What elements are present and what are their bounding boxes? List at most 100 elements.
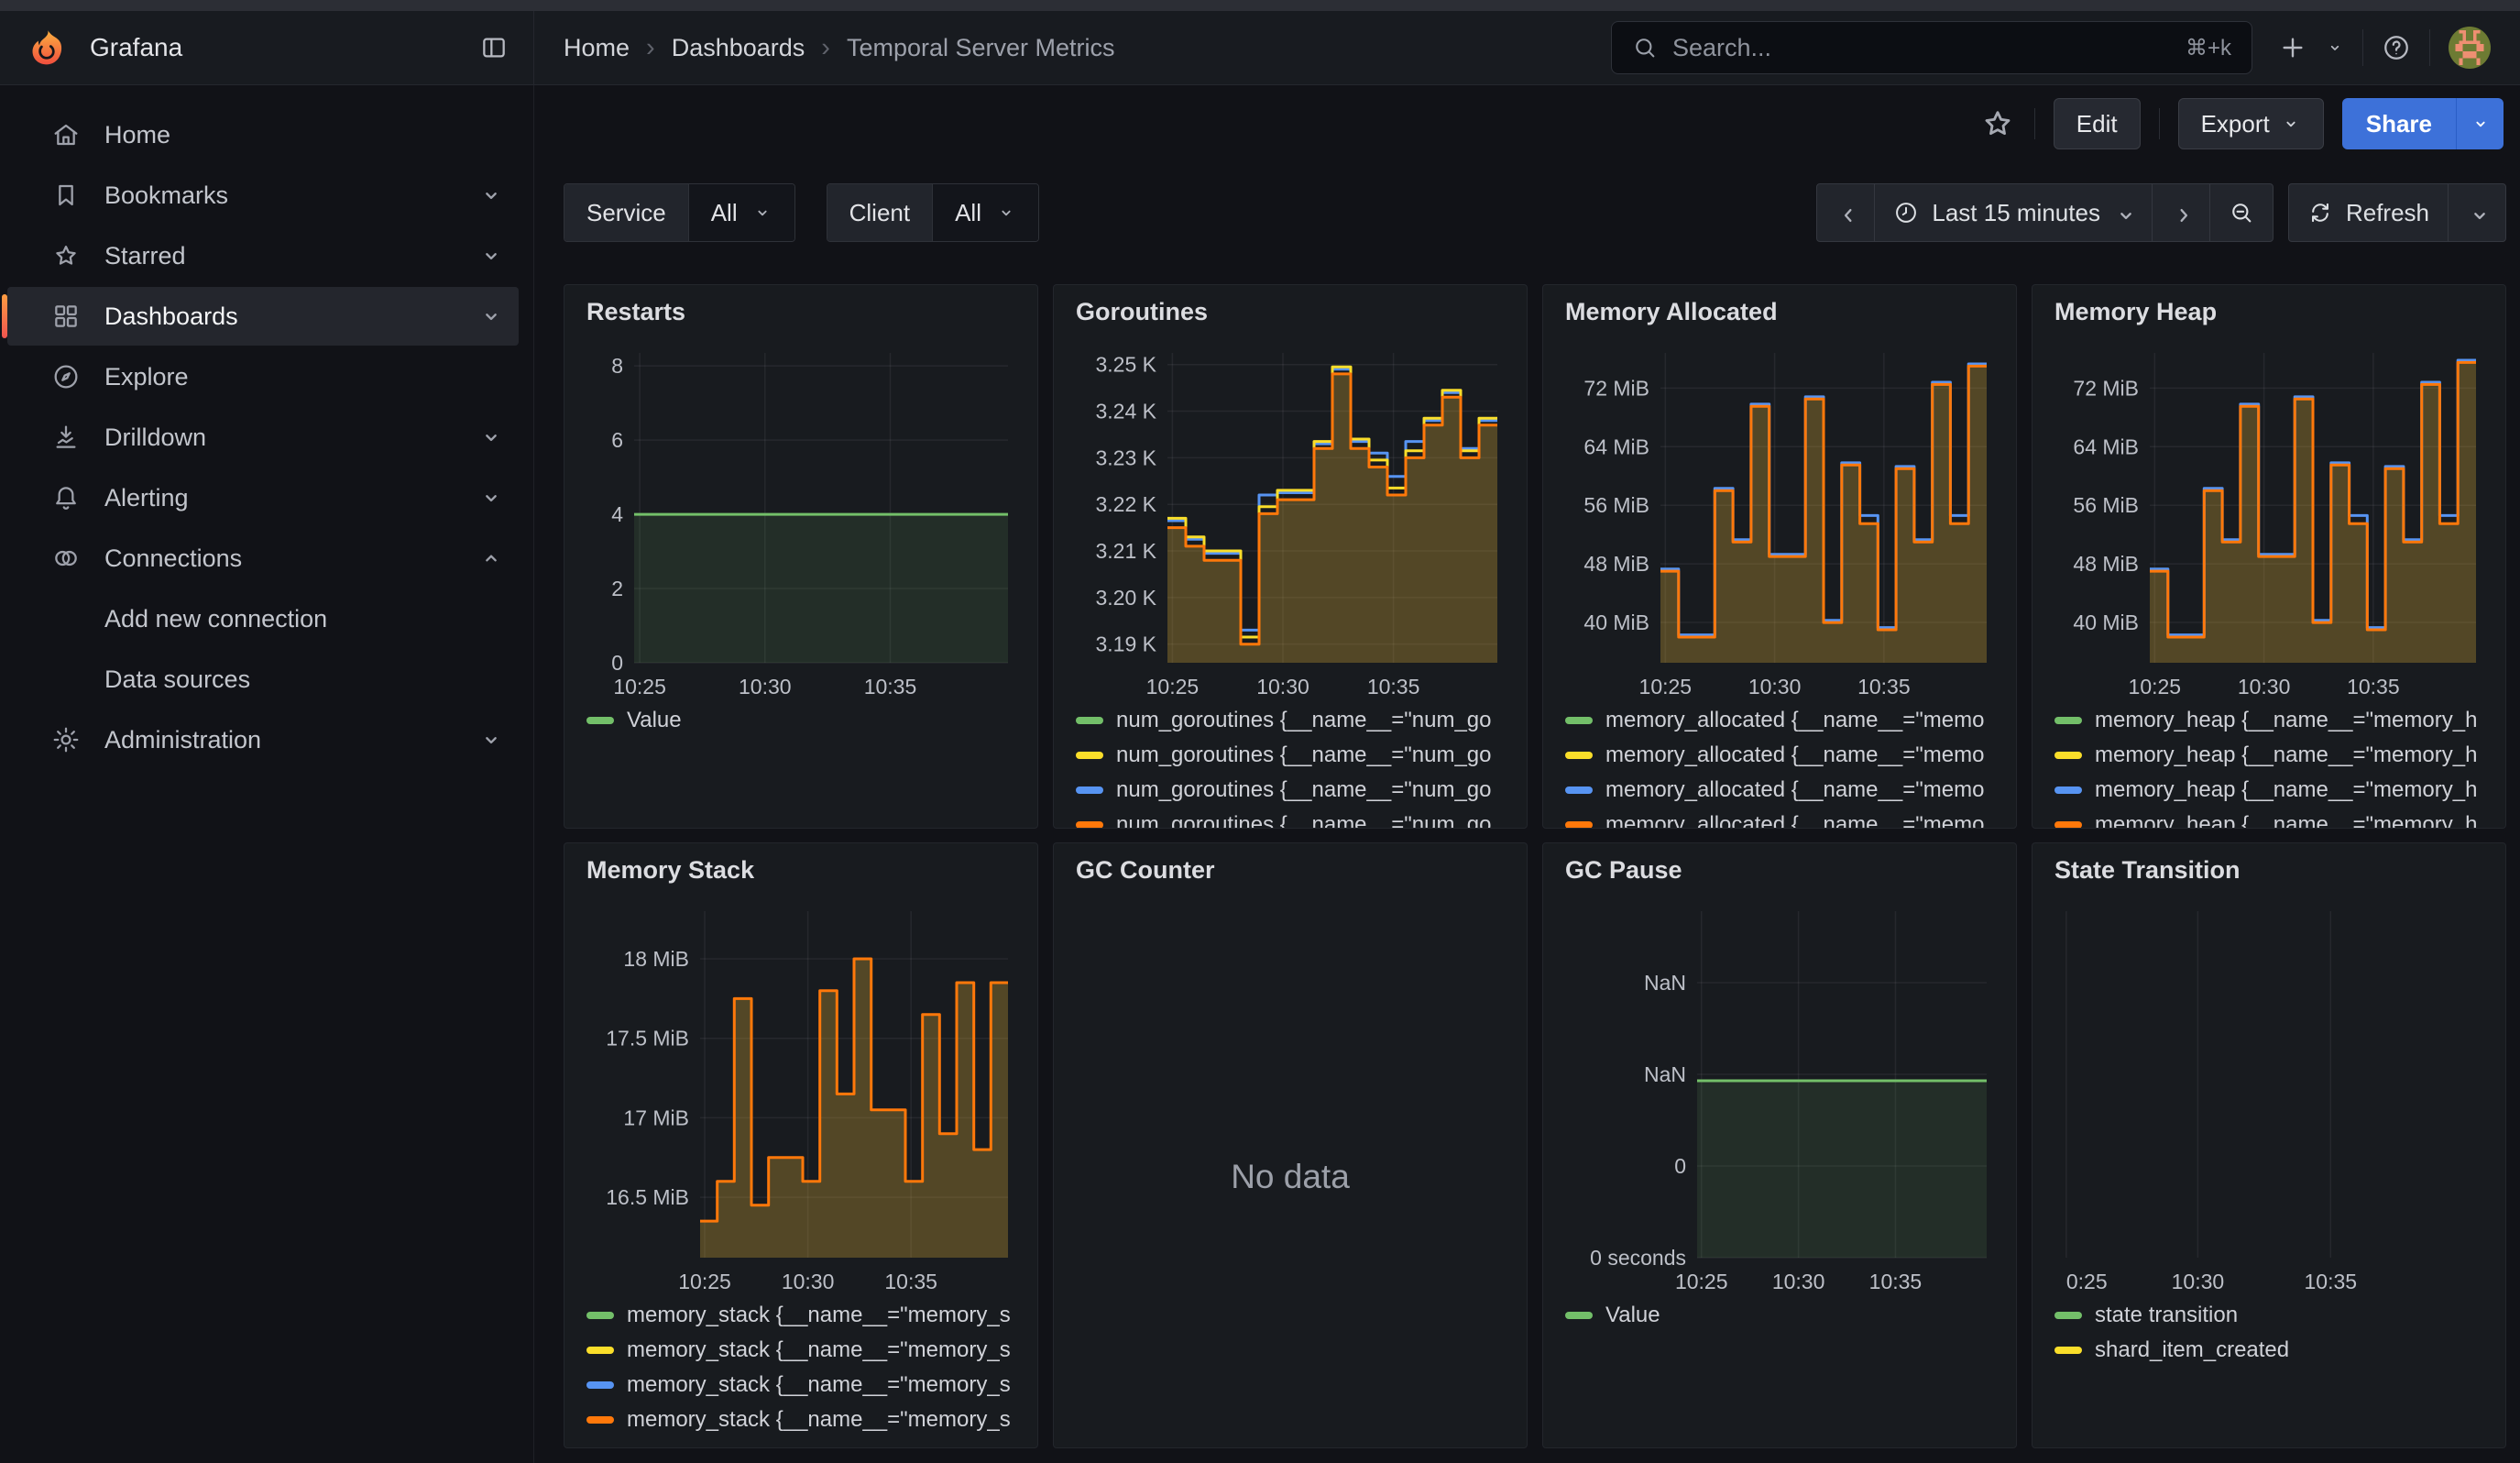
svg-text:10:35: 10:35 <box>1857 675 1911 698</box>
legend-item[interactable]: memory_heap {__name__="memory_h <box>2054 738 2483 773</box>
svg-text:3.23 K: 3.23 K <box>1096 446 1157 469</box>
legend-item[interactable]: memory_heap {__name__="memory_h <box>2054 773 2483 808</box>
sidebar-item-alerting[interactable]: Alerting <box>7 468 519 527</box>
svg-text:0: 0 <box>1674 1154 1686 1178</box>
legend-item[interactable]: memory_stack {__name__="memory_s <box>586 1333 1015 1368</box>
legend-label: memory_allocated {__name__="memo <box>1605 812 1984 829</box>
panel-title[interactable]: Memory Stack <box>586 856 1015 898</box>
search-box[interactable]: ⌘+k <box>1611 21 2252 74</box>
legend-item[interactable]: num_goroutines {__name__="num_go <box>1076 738 1505 773</box>
legend-label: Value <box>627 708 682 733</box>
breadcrumb-home[interactable]: Home <box>564 34 630 62</box>
export-button[interactable]: Export <box>2178 98 2324 149</box>
panel-title[interactable]: Restarts <box>586 298 1015 340</box>
client-filter: Client All <box>827 183 1039 242</box>
sidebar-item-home[interactable]: Home <box>7 105 519 164</box>
chevron-up-icon[interactable] <box>478 545 504 571</box>
panel-title[interactable]: GC Counter <box>1076 856 1505 898</box>
legend-item[interactable]: memory_heap {__name__="memory_h <box>2054 703 2483 738</box>
search-input[interactable] <box>1672 34 2171 62</box>
sidebar-item-label: Administration <box>104 726 261 754</box>
legend-swatch <box>586 717 614 724</box>
svg-text:10:35: 10:35 <box>2305 1270 2358 1293</box>
legend-item[interactable]: memory_heap {__name__="memory_h <box>2054 808 2483 829</box>
legend-item[interactable]: state transition <box>2054 1298 2483 1333</box>
chevron-down-icon[interactable] <box>478 303 504 329</box>
breadcrumb-dashboards[interactable]: Dashboards <box>672 34 805 62</box>
refresh-group: Refresh <box>2288 183 2506 242</box>
panel-title[interactable]: GC Pause <box>1565 856 1994 898</box>
legend-item[interactable]: memory_allocated {__name__="memo <box>1565 773 1994 808</box>
sidebar-item-dashboards[interactable]: Dashboards <box>7 287 519 346</box>
help-icon[interactable] <box>2382 33 2411 62</box>
svg-text:3.24 K: 3.24 K <box>1096 400 1157 424</box>
svg-text:8: 8 <box>611 354 623 378</box>
legend-item[interactable]: memory_allocated {__name__="memo <box>1565 738 1994 773</box>
sidebar-item-icon <box>51 423 81 452</box>
sidebar-item-starred[interactable]: Starred <box>7 226 519 285</box>
share-button[interactable]: Share <box>2342 98 2456 149</box>
panel-title[interactable]: Memory Heap <box>2054 298 2483 340</box>
zoom-out-button[interactable] <box>2209 184 2273 241</box>
svg-text:10:30: 10:30 <box>782 1270 835 1293</box>
sidebar-item-explore[interactable]: Explore <box>7 347 519 406</box>
new-item-chevron-icon[interactable] <box>2326 38 2344 57</box>
chevron-down-icon[interactable] <box>478 727 504 753</box>
sidebar-item-icon <box>51 483 81 512</box>
sidebar-item-drilldown[interactable]: Drilldown <box>7 408 519 467</box>
legend-item[interactable]: shard_item_created <box>2054 1333 2483 1368</box>
search-shortcut-hint: ⌘+k <box>2186 35 2231 61</box>
legend-label: memory_allocated {__name__="memo <box>1605 742 1984 768</box>
window-top-strip <box>0 0 2520 11</box>
chevron-down-icon[interactable] <box>478 424 504 450</box>
service-filter-value[interactable]: All <box>688 184 794 241</box>
refresh-button[interactable]: Refresh <box>2289 184 2448 241</box>
legend-item[interactable]: num_goroutines {__name__="num_go <box>1076 703 1505 738</box>
chevron-down-icon[interactable] <box>478 243 504 269</box>
legend-item[interactable]: Value <box>586 703 1015 738</box>
sidebar-item-data-sources[interactable]: Data sources <box>7 650 519 709</box>
svg-text:10:25: 10:25 <box>678 1270 731 1293</box>
legend-item[interactable]: num_goroutines {__name__="num_go <box>1076 773 1505 808</box>
sidebar-toggle-icon[interactable] <box>478 32 509 63</box>
legend-item[interactable]: memory_allocated {__name__="memo <box>1565 703 1994 738</box>
panel-legend: Value <box>586 703 1015 738</box>
refresh-label: Refresh <box>2346 199 2429 227</box>
legend-swatch <box>1565 752 1593 759</box>
legend-item[interactable]: memory_allocated {__name__="memo <box>1565 808 1994 829</box>
client-filter-value[interactable]: All <box>932 184 1038 241</box>
chevron-down-icon <box>2467 203 2487 223</box>
time-range-group: Last 15 minutes <box>1816 183 2273 242</box>
svg-text:NaN: NaN <box>1644 1062 1686 1086</box>
legend-label: memory_heap {__name__="memory_h <box>2095 742 2477 768</box>
time-range-picker[interactable]: Last 15 minutes <box>1874 184 2152 241</box>
time-shift-forward-button[interactable] <box>2152 184 2209 241</box>
legend-item[interactable]: memory_stack {__name__="memory_s <box>586 1402 1015 1437</box>
chevron-down-icon[interactable] <box>478 485 504 511</box>
sidebar-item-bookmarks[interactable]: Bookmarks <box>7 166 519 225</box>
sidebar-item-icon <box>51 725 81 754</box>
panel-title[interactable]: Goroutines <box>1076 298 1505 340</box>
panel-title[interactable]: Memory Allocated <box>1565 298 1994 340</box>
time-shift-back-button[interactable] <box>1817 184 1874 241</box>
avatar[interactable] <box>2449 27 2491 69</box>
chevron-down-icon[interactable] <box>478 182 504 208</box>
edit-button[interactable]: Edit <box>2054 98 2141 149</box>
legend-item[interactable]: Value <box>1565 1298 1994 1333</box>
legend-swatch <box>586 1381 614 1389</box>
legend-item[interactable]: memory_stack {__name__="memory_s <box>586 1368 1015 1402</box>
legend-item[interactable]: memory_stack {__name__="memory_s <box>586 1298 1015 1333</box>
legend-label: memory_allocated {__name__="memo <box>1605 708 1984 733</box>
panel-title[interactable]: State Transition <box>2054 856 2483 898</box>
favorite-star-icon[interactable] <box>1979 105 2016 142</box>
share-chevron-button[interactable] <box>2456 98 2504 149</box>
sidebar-item-add-new-connection[interactable]: Add new connection <box>7 589 519 648</box>
sidebar-item-administration[interactable]: Administration <box>7 710 519 769</box>
legend-item[interactable]: num_goroutines {__name__="num_go <box>1076 808 1505 829</box>
nav-brand-section: Grafana <box>0 11 534 84</box>
sidebar-item-label: Home <box>104 121 170 149</box>
refresh-interval-button[interactable] <box>2448 184 2505 241</box>
new-item-button[interactable] <box>2278 33 2307 62</box>
service-filter-selected: All <box>711 199 738 227</box>
sidebar-item-connections[interactable]: Connections <box>7 529 519 588</box>
